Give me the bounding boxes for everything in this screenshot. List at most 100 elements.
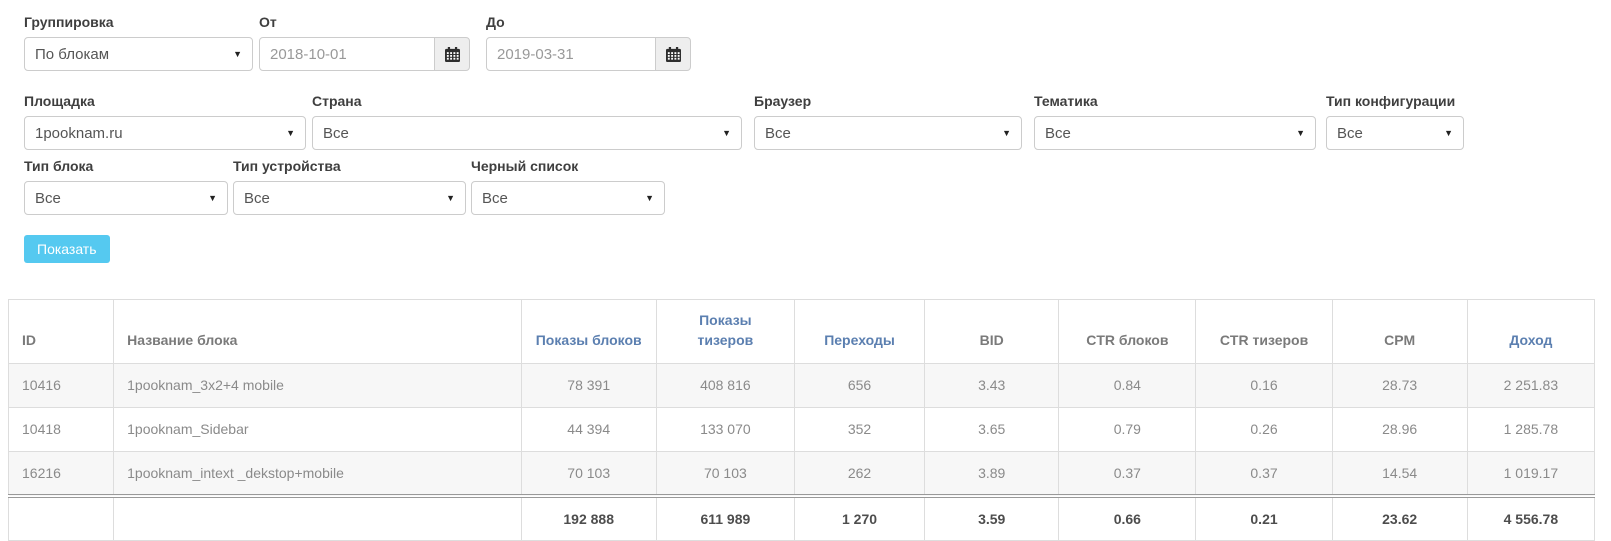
cell-clicks: 262 — [793, 450, 926, 497]
total-cell-teaser-impressions: 611 989 — [655, 493, 795, 541]
filter-country-select[interactable]: Все ▼ — [312, 116, 742, 150]
cell-bid: 3.43 — [924, 362, 1060, 408]
cell-cpm: 28.96 — [1331, 406, 1468, 452]
cell-income: 2 251.83 — [1466, 362, 1596, 408]
filter-browser: Браузер Все ▼ — [754, 93, 1022, 150]
calendar-icon — [665, 46, 681, 62]
total-cell-block-impressions: 192 888 — [520, 493, 657, 541]
filter-config-type-select[interactable]: Все ▼ — [1326, 116, 1464, 150]
selected-value: Все — [323, 124, 349, 142]
cell-bid: 3.89 — [924, 450, 1060, 497]
filter-label: Тематика — [1034, 93, 1098, 109]
cell-clicks: 656 — [793, 362, 926, 408]
cell-block-impressions: 70 103 — [520, 450, 657, 497]
total-cell-bid: 3.59 — [924, 493, 1060, 541]
total-cell-ctr-teasers: 0.21 — [1195, 493, 1333, 541]
calendar-icon — [444, 46, 460, 62]
cell-ctr-teasers: 0.26 — [1195, 406, 1333, 452]
cell-bid: 3.65 — [924, 406, 1060, 452]
filter-date-from-input[interactable]: 2018-10-01 — [259, 37, 435, 71]
cell-ctr-teasers: 0.37 — [1195, 450, 1333, 497]
filter-label: Браузер — [754, 93, 812, 109]
column-header-clicks[interactable]: Переходы — [793, 299, 926, 364]
filter-config-type: Тип конфигурации Все ▼ — [1326, 93, 1464, 150]
cell-block-name: 1pooknam_3x2+4 mobile — [113, 362, 522, 408]
filter-row-2: Площадка 1pooknam.ru ▼ Страна Все ▼ Браузер Все… — [24, 93, 1611, 150]
filter-theme-select[interactable]: Все ▼ — [1034, 116, 1316, 150]
total-cell-block-name — [113, 493, 522, 541]
filter-site: Площадка 1pooknam.ru ▼ — [24, 93, 306, 150]
total-cell-cpm: 23.62 — [1331, 493, 1468, 541]
calendar-button[interactable] — [655, 37, 691, 71]
filter-blacklist-select[interactable]: Все ▼ — [471, 181, 665, 215]
total-cell-id — [7, 493, 115, 541]
cell-ctr-blocks: 0.37 — [1058, 450, 1197, 497]
filter-label: Черный список — [471, 158, 579, 174]
cell-teaser-impressions: 133 070 — [655, 406, 795, 452]
selected-value: 1pooknam.ru — [35, 124, 123, 142]
filter-label: Тип устройства — [233, 158, 341, 174]
cell-id: 16216 — [7, 450, 115, 497]
filter-block-type: Тип блока Все ▼ — [24, 158, 228, 215]
filter-date-to: До 2019-03-31 — [486, 14, 691, 71]
selected-value: По блокам — [35, 45, 110, 63]
filter-blacklist: Черный список Все ▼ — [471, 158, 665, 215]
chevron-down-icon: ▼ — [1296, 127, 1305, 138]
filter-block-type-select[interactable]: Все ▼ — [24, 181, 228, 215]
filter-device-type: Тип устройства Все ▼ — [233, 158, 466, 215]
selected-value: Все — [1337, 124, 1363, 142]
filter-grouping: Группировка По блокам ▼ — [24, 14, 253, 71]
chevron-down-icon: ▼ — [1002, 127, 1011, 138]
filter-label: Страна — [312, 93, 362, 109]
cell-ctr-teasers: 0.16 — [1195, 362, 1333, 408]
column-header-teaser-impressions[interactable]: Показы тизеров — [655, 299, 795, 364]
total-cell-ctr-blocks: 0.66 — [1058, 493, 1197, 541]
total-cell-clicks: 1 270 — [793, 493, 926, 541]
column-header-ctr-teasers: CTR тизеров — [1195, 299, 1333, 364]
cell-block-impressions: 78 391 — [520, 362, 657, 408]
calendar-button[interactable] — [434, 37, 470, 71]
filter-grouping-select[interactable]: По блокам ▼ — [24, 37, 253, 71]
stats-table: ID Название блока Показы блоков Показы тизе… — [7, 299, 1596, 541]
filter-label: Площадка — [24, 93, 95, 109]
column-header-income[interactable]: Доход — [1466, 299, 1596, 364]
cell-cpm: 28.73 — [1331, 362, 1468, 408]
cell-ctr-blocks: 0.79 — [1058, 406, 1197, 452]
column-header-block-name: Название блока — [113, 299, 522, 364]
table-row: 10416 1pooknam_3x2+4 mobile 78 391 408 816 6… — [7, 362, 1596, 408]
filter-device-type-select[interactable]: Все ▼ — [233, 181, 466, 215]
date-input-group: 2019-03-31 — [486, 37, 691, 71]
table-header-row: ID Название блока Показы блоков Показы тизе… — [7, 299, 1596, 364]
filter-browser-select[interactable]: Все ▼ — [754, 116, 1022, 150]
table-row: 10418 1pooknam_Sidebar 44 394 133 070 352 3.6… — [7, 406, 1596, 452]
chevron-down-icon: ▼ — [446, 192, 455, 203]
filter-label: Тип блока — [24, 158, 94, 174]
filter-row-3: Тип блока Все ▼ Тип устройства Все ▼ Черный сп… — [24, 158, 1611, 215]
column-header-ctr-blocks: CTR блоков — [1058, 299, 1197, 364]
column-header-id: ID — [7, 299, 115, 364]
cell-teaser-impressions: 70 103 — [655, 450, 795, 497]
filter-date-to-input[interactable]: 2019-03-31 — [486, 37, 656, 71]
chevron-down-icon: ▼ — [286, 127, 295, 138]
chevron-down-icon: ▼ — [1444, 127, 1453, 138]
table-row: 16216 1pooknam_intext _dekstop+mobile 70 1… — [7, 450, 1596, 497]
filter-label: Тип конфигурации — [1326, 93, 1456, 109]
cell-id: 10418 — [7, 406, 115, 452]
chevron-down-icon: ▼ — [645, 192, 654, 203]
filter-label: До — [486, 14, 505, 30]
selected-value: Все — [1045, 124, 1071, 142]
filter-country: Страна Все ▼ — [312, 93, 742, 150]
chevron-down-icon: ▼ — [722, 127, 731, 138]
selected-value: Все — [482, 189, 508, 207]
cell-teaser-impressions: 408 816 — [655, 362, 795, 408]
chevron-down-icon: ▼ — [208, 192, 217, 203]
filter-site-select[interactable]: 1pooknam.ru ▼ — [24, 116, 306, 150]
date-input-group: 2018-10-01 — [259, 37, 470, 71]
show-button[interactable]: Показать — [24, 235, 110, 263]
cell-income: 1 285.78 — [1466, 406, 1596, 452]
column-header-block-impressions[interactable]: Показы блоков — [520, 299, 657, 364]
total-cell-income: 4 556.78 — [1466, 493, 1596, 541]
filter-theme: Тематика Все ▼ — [1034, 93, 1316, 150]
cell-income: 1 019.17 — [1466, 450, 1596, 497]
selected-value: Все — [244, 189, 270, 207]
